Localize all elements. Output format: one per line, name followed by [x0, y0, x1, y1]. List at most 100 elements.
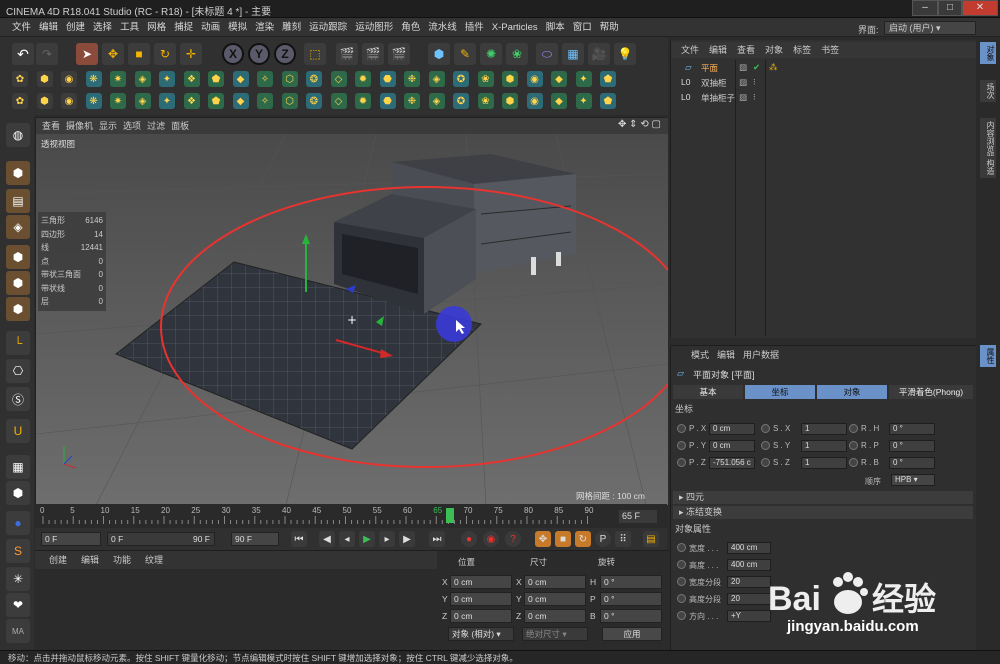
menu-item[interactable]: 网格 — [143, 18, 170, 37]
render-view-icon[interactable]: 🎬 — [336, 43, 358, 65]
heart-icon[interactable]: ❤ — [6, 593, 30, 617]
object-tool-icon[interactable]: ❋ — [85, 71, 102, 87]
key-scale-icon[interactable]: ■ — [555, 531, 571, 547]
menu-item[interactable]: 插件 — [461, 18, 488, 37]
redo-icon[interactable]: ↷ — [36, 43, 58, 65]
position-field[interactable]: 0 cm — [450, 575, 512, 589]
menu-item[interactable]: 运动跟踪 — [305, 18, 351, 37]
close-button[interactable]: ✕ — [962, 0, 998, 16]
object-menu-item[interactable]: 文件 — [681, 42, 699, 58]
attr-coord-field[interactable]: -751.056 c — [709, 457, 755, 469]
animate-toggle[interactable] — [761, 458, 770, 467]
object-tool-icon[interactable]: ◉ — [61, 93, 77, 109]
cube-icon[interactable]: ⬢ — [428, 43, 450, 65]
next-frame-icon[interactable]: ▸ — [379, 531, 395, 547]
menu-item[interactable]: 雕刻 — [278, 18, 305, 37]
menu-item[interactable]: 编辑 — [35, 18, 62, 37]
dots-icon[interactable]: ⁝ — [753, 92, 756, 103]
z-axis-lock-button[interactable]: Z — [274, 43, 296, 65]
object-tool-icon[interactable]: ✦ — [159, 93, 175, 109]
attr-coord-field[interactable]: 0 ° — [889, 440, 935, 452]
tab-phong[interactable]: 平滑着色(Phong) — [889, 385, 973, 399]
camera-icon[interactable]: 🎥 — [588, 43, 610, 65]
object-tool-icon[interactable]: ❂ — [306, 93, 322, 109]
side-tab[interactable]: 对象 — [980, 42, 996, 64]
deformer-icon[interactable]: ⬭ — [536, 43, 558, 65]
object-tool-icon[interactable]: ◇ — [330, 71, 347, 87]
animate-toggle[interactable] — [761, 424, 770, 433]
viewport-nav-icons[interactable]: ✥ ⇕ ⟲ ▢ — [618, 119, 661, 130]
viewport-menu-item[interactable]: 摄像机 — [66, 118, 93, 134]
tab-basic[interactable]: 基本 — [673, 385, 743, 399]
object-tool-icon[interactable]: ◆ — [232, 71, 249, 87]
attr-coord-field[interactable]: 1 — [801, 423, 847, 435]
playhead-marker[interactable] — [446, 508, 454, 523]
perspective-viewport[interactable]: 查看 摄像机 显示 选项 过滤 面板 ✥ ⇕ ⟲ ▢ + 透视视图 三角形 61… — [35, 117, 668, 505]
attribute-menu-item[interactable]: 模式 — [691, 348, 709, 362]
object-tool-icon[interactable]: ◆ — [232, 93, 249, 109]
menu-item[interactable]: 模拟 — [224, 18, 251, 37]
object-tool-icon[interactable]: ⬣ — [379, 71, 396, 87]
object-tool-icon[interactable]: ⬡ — [281, 71, 298, 87]
transform-tool-icon[interactable]: ✛ — [180, 43, 202, 65]
axis-mode-icon[interactable]: └ — [6, 331, 30, 355]
snap-icon[interactable]: Ⓢ — [6, 387, 30, 411]
minimize-button[interactable]: – — [912, 0, 938, 16]
tab-coordinates[interactable]: 坐标 — [745, 385, 815, 399]
object-tool-icon[interactable]: ◉ — [526, 71, 543, 87]
object-tool-icon[interactable]: ✿ — [12, 71, 28, 87]
maximize-button[interactable]: □ — [938, 0, 962, 16]
menu-item[interactable]: 流水线 — [424, 18, 461, 37]
prev-key-icon[interactable]: ◀ — [319, 531, 335, 547]
key-move-icon[interactable]: ✥ — [535, 531, 551, 547]
object-tool-icon[interactable]: ✹ — [355, 93, 371, 109]
script-icon[interactable]: S — [6, 539, 30, 563]
animate-toggle[interactable] — [677, 577, 686, 586]
end-frame-field[interactable]: 90 F — [231, 532, 279, 546]
menu-item[interactable]: 创建 — [62, 18, 89, 37]
object-tool-icon[interactable]: ◇ — [330, 93, 347, 109]
menu-item[interactable]: 角色 — [397, 18, 424, 37]
animate-toggle[interactable] — [677, 424, 686, 433]
timeline[interactable]: 0 5 10 15 20 25 30 35 40 45 50 55 60 65 70 75 80 85 90 65 … — [35, 504, 667, 528]
check-icon[interactable]: ✔ — [753, 62, 760, 73]
coord-mode-select[interactable]: 对象 (相对) ▾ — [448, 627, 514, 641]
attr-coord-field[interactable]: 0 cm — [709, 440, 755, 452]
object-tool-icon[interactable]: ✿ — [12, 93, 28, 109]
side-tab-attributes[interactable]: 属性 — [980, 345, 996, 367]
animate-toggle[interactable] — [677, 458, 686, 467]
menu-item[interactable]: 运动图形 — [351, 18, 397, 37]
object-tool-icon[interactable]: ⬣ — [379, 93, 396, 109]
menu-item[interactable]: 捕捉 — [170, 18, 197, 37]
object-tool-icon[interactable]: ◉ — [61, 71, 77, 87]
attr-coord-field[interactable]: 0 cm — [709, 423, 755, 435]
material-menu-item[interactable]: 创建 — [49, 551, 67, 569]
position-field[interactable]: 0 cm — [450, 609, 512, 623]
object-tool-icon[interactable]: ◆ — [551, 93, 567, 109]
object-tool-icon[interactable]: ✦ — [575, 71, 592, 87]
object-tool-icon[interactable]: ❖ — [183, 71, 200, 87]
viewport-menu-item[interactable]: 过滤 — [147, 118, 165, 134]
light-icon[interactable]: 💡 — [614, 43, 636, 65]
object-tool-icon[interactable]: ✪ — [453, 71, 469, 87]
material-menu-item[interactable]: 纹理 — [145, 551, 163, 569]
object-tool-icon[interactable]: ◆ — [551, 71, 567, 87]
select-tool-icon[interactable]: ➤ — [76, 43, 98, 65]
visibility-icon[interactable]: ▨ — [739, 77, 747, 88]
attribute-menu-item[interactable]: 编辑 — [717, 348, 735, 362]
points-mode-icon[interactable]: ⬢ — [6, 245, 30, 269]
menu-item[interactable]: 选择 — [89, 18, 116, 37]
model-mode-icon[interactable]: ⬢ — [6, 161, 30, 185]
animate-toggle[interactable] — [849, 458, 858, 467]
current-frame-field[interactable]: 65 F — [619, 510, 657, 523]
object-tool-icon[interactable]: ✧ — [257, 71, 273, 87]
object-tool-icon[interactable]: ❋ — [85, 93, 102, 109]
tab-object[interactable]: 对象 — [817, 385, 887, 399]
undo-icon[interactable]: ↶ — [12, 43, 34, 65]
menu-item[interactable]: X-Particles — [488, 18, 542, 37]
side-tab[interactable]: 构造 — [980, 156, 996, 178]
attr-coord-field[interactable]: 0 ° — [889, 457, 935, 469]
object-menu-item[interactable]: 查看 — [737, 42, 755, 58]
animate-toggle[interactable] — [677, 560, 686, 569]
object-tool-icon[interactable]: ◈ — [134, 93, 151, 109]
